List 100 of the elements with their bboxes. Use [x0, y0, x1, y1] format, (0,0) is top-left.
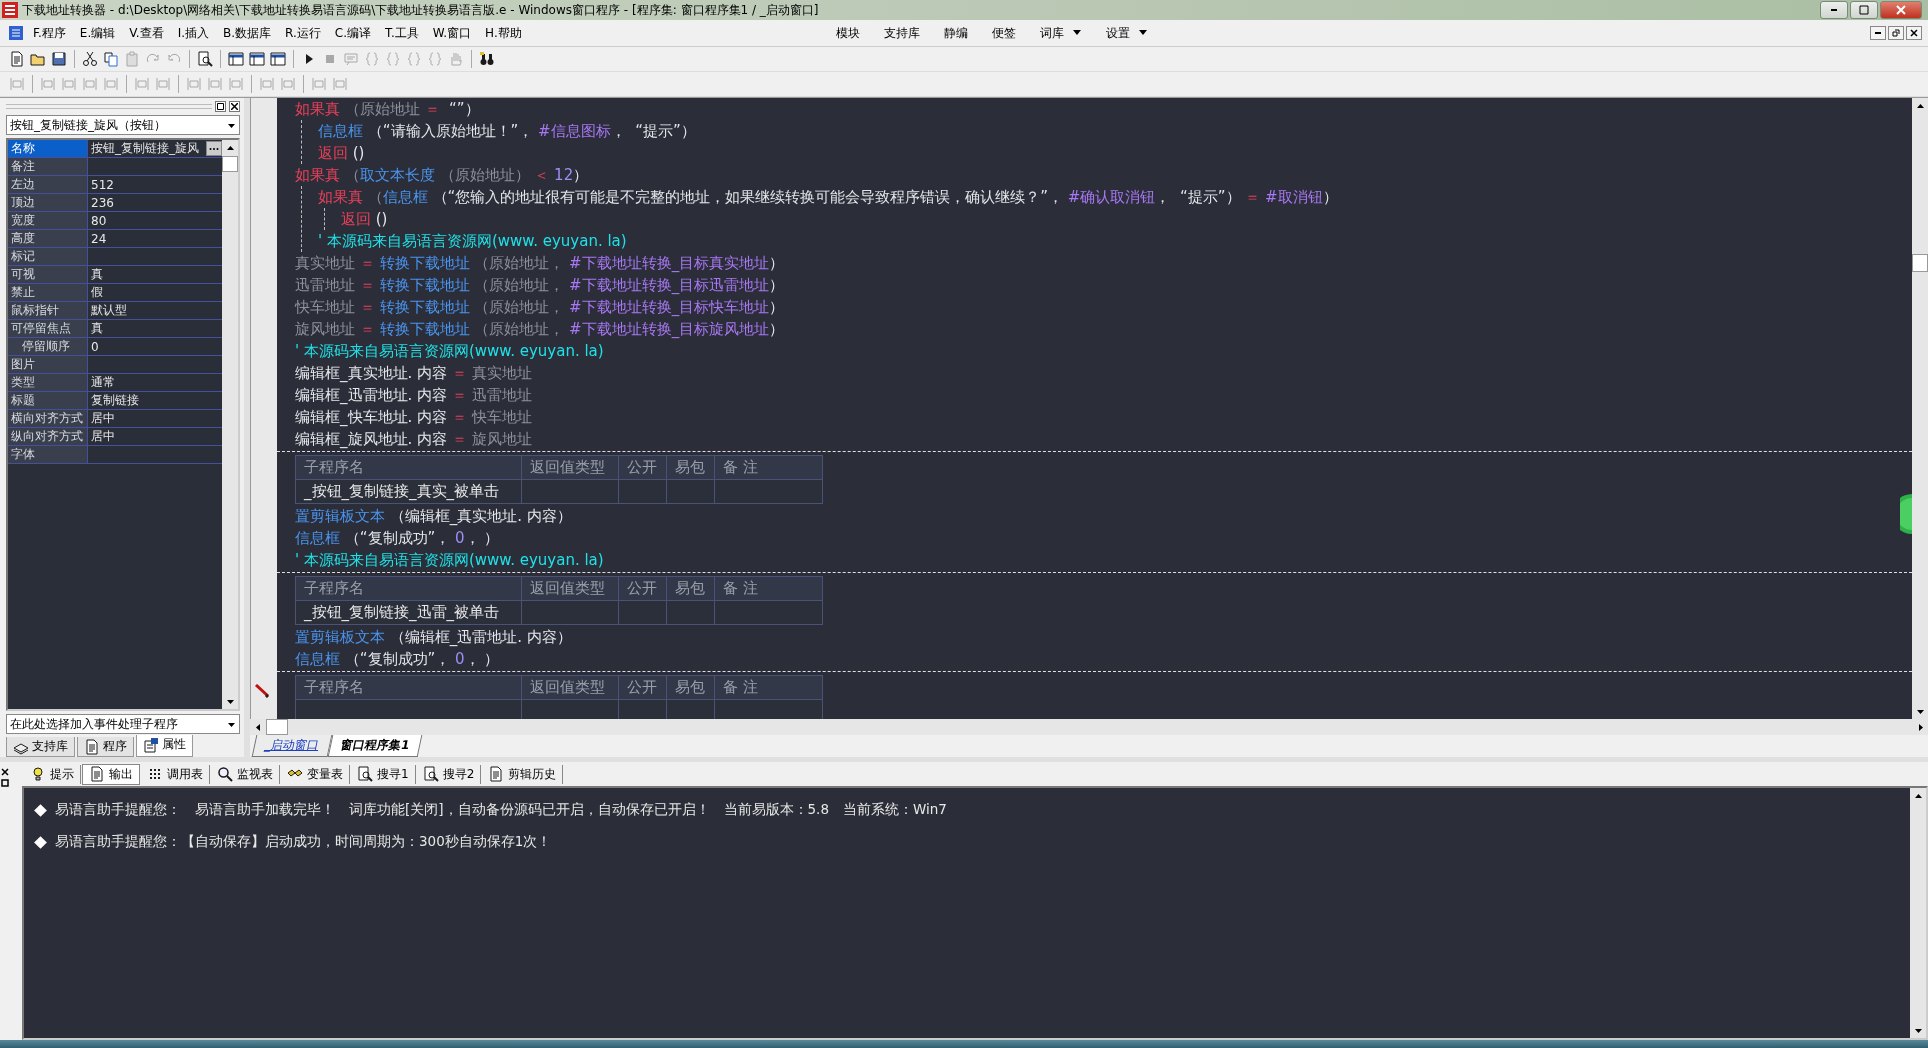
- property-value[interactable]: 真: [91, 266, 103, 283]
- property-value[interactable]: 真: [91, 320, 103, 337]
- menu-item[interactable]: F.程序: [28, 22, 71, 44]
- property-name[interactable]: 标题: [8, 392, 88, 409]
- menu-item[interactable]: R.运行: [280, 22, 326, 44]
- property-name[interactable]: 备注: [8, 158, 88, 175]
- property-value[interactable]: 复制链接: [91, 392, 139, 409]
- editor-tab[interactable]: _启动窗口: [251, 735, 333, 757]
- minimize-button[interactable]: [1820, 1, 1848, 19]
- scrollbar-thumb[interactable]: [222, 156, 238, 172]
- output-tab[interactable]: 提示: [24, 764, 81, 784]
- restore-icon[interactable]: [1, 779, 9, 787]
- object-dropdown[interactable]: 按钮_复制链接_旋风（按钮）: [6, 115, 240, 135]
- menu-item[interactable]: B.数据库: [218, 22, 277, 44]
- property-value[interactable]: 512: [91, 177, 114, 192]
- square-icon: [217, 102, 224, 110]
- property-name[interactable]: 类型: [8, 374, 88, 391]
- scrollbar[interactable]: [1910, 788, 1926, 1038]
- output-tab[interactable]: 搜寻1: [351, 764, 416, 784]
- property-value[interactable]: 0: [91, 339, 99, 354]
- panel-tab[interactable]: 程序: [77, 737, 134, 757]
- find-icon[interactable]: [197, 51, 213, 67]
- output-tab[interactable]: 搜寻2: [416, 764, 482, 784]
- property-name[interactable]: 标记: [8, 248, 88, 265]
- property-name[interactable]: 停留顺序: [8, 338, 88, 355]
- menu-item[interactable]: V.查看: [124, 22, 169, 44]
- binoculars-icon[interactable]: [479, 51, 495, 67]
- menu-item[interactable]: 词库: [1034, 22, 1087, 44]
- property-value[interactable]: 按钮_复制链接_旋风: [91, 140, 199, 157]
- menu-item[interactable]: C.编译: [329, 22, 377, 44]
- output-tab[interactable]: 剪辑历史: [482, 764, 564, 784]
- property-name[interactable]: 纵向对齐方式: [8, 428, 88, 445]
- scroll-up-icon[interactable]: [1915, 101, 1925, 111]
- property-name[interactable]: 横向对齐方式: [8, 410, 88, 427]
- editor-tab[interactable]: 窗口程序集1: [327, 735, 423, 757]
- property-value[interactable]: 24: [91, 231, 107, 246]
- more-button[interactable]: [206, 141, 222, 156]
- property-name[interactable]: 左边: [8, 176, 88, 193]
- property-name[interactable]: 名称: [8, 140, 88, 157]
- output-tab[interactable]: 监视表: [211, 764, 280, 784]
- menu-item[interactable]: 便签: [986, 22, 1021, 44]
- layout-icon[interactable]: [228, 51, 244, 67]
- restore-button[interactable]: [1888, 26, 1904, 40]
- code-line: 返回 (): [318, 143, 365, 164]
- scrollbar[interactable]: [1912, 98, 1928, 719]
- menu-item[interactable]: 模块: [830, 22, 865, 44]
- property-name[interactable]: 可视: [8, 266, 88, 283]
- document-icon: [488, 766, 505, 782]
- scrollbar-thumb[interactable]: [266, 719, 288, 735]
- property-value[interactable]: 通常: [91, 374, 115, 391]
- output-tab[interactable]: 调用表: [141, 764, 210, 784]
- maximize-button[interactable]: [1850, 1, 1878, 19]
- menu-item[interactable]: 静编: [938, 22, 973, 44]
- property-name[interactable]: 顶边: [8, 194, 88, 211]
- scroll-left-icon[interactable]: [253, 722, 263, 732]
- close-icon[interactable]: [1, 768, 9, 776]
- scissors-icon[interactable]: [82, 51, 98, 67]
- scrollbar-thumb[interactable]: [1912, 254, 1928, 272]
- property-name[interactable]: 高度: [8, 230, 88, 247]
- scroll-up-icon[interactable]: [225, 143, 235, 153]
- menu-item[interactable]: I.插入: [172, 22, 215, 44]
- menu-item[interactable]: H.帮助: [480, 22, 527, 44]
- output-tab[interactable]: 输出: [82, 763, 140, 785]
- folder-icon[interactable]: [30, 51, 46, 67]
- close-button[interactable]: [1906, 26, 1922, 40]
- menu-item[interactable]: E.编辑: [74, 22, 121, 44]
- property-name[interactable]: 字体: [8, 446, 88, 463]
- minimize-button[interactable]: [1870, 26, 1886, 40]
- pin-button[interactable]: [215, 100, 226, 112]
- panel-tab[interactable]: 支持库: [6, 737, 75, 757]
- property-name[interactable]: 可停留焦点: [8, 320, 88, 337]
- code-line: 快车地址 ＝ 转换下载地址 （原始地址， #下载地址转换_目标快车地址）: [295, 297, 785, 318]
- output-tab[interactable]: 变量表: [281, 764, 350, 784]
- scrollbar[interactable]: [250, 719, 1928, 735]
- property-value[interactable]: 居中: [91, 428, 115, 445]
- layout-icon[interactable]: [249, 51, 265, 67]
- property-value[interactable]: 默认型: [91, 302, 127, 319]
- property-name[interactable]: 图片: [8, 356, 88, 373]
- app-icon: [2, 2, 18, 18]
- property-value[interactable]: 80: [91, 213, 107, 228]
- restore-icon: [1892, 29, 1900, 37]
- menu-item[interactable]: 设置: [1100, 22, 1153, 44]
- close-button[interactable]: [229, 100, 240, 112]
- property-name[interactable]: 鼠标指针: [8, 302, 88, 319]
- panel-tab[interactable]: 属性: [136, 735, 193, 757]
- layout-icon[interactable]: [270, 51, 286, 67]
- code-editor[interactable]: [277, 98, 1912, 719]
- scroll-up-icon[interactable]: [1913, 791, 1923, 801]
- property-name[interactable]: 禁止: [8, 284, 88, 301]
- scrollbar[interactable]: [222, 140, 238, 709]
- property-value[interactable]: 居中: [91, 410, 115, 427]
- copy-icon[interactable]: [103, 51, 119, 67]
- property-name[interactable]: 宽度: [8, 212, 88, 229]
- menu-item[interactable]: W.窗口: [427, 22, 477, 44]
- menu-item[interactable]: 支持库: [878, 22, 925, 44]
- menu-item[interactable]: T.工具: [380, 22, 424, 44]
- document-icon[interactable]: [9, 51, 25, 67]
- property-value[interactable]: 236: [91, 195, 114, 210]
- property-value[interactable]: 假: [91, 284, 103, 301]
- event-dropdown[interactable]: 在此处选择加入事件处理子程序: [6, 714, 240, 734]
